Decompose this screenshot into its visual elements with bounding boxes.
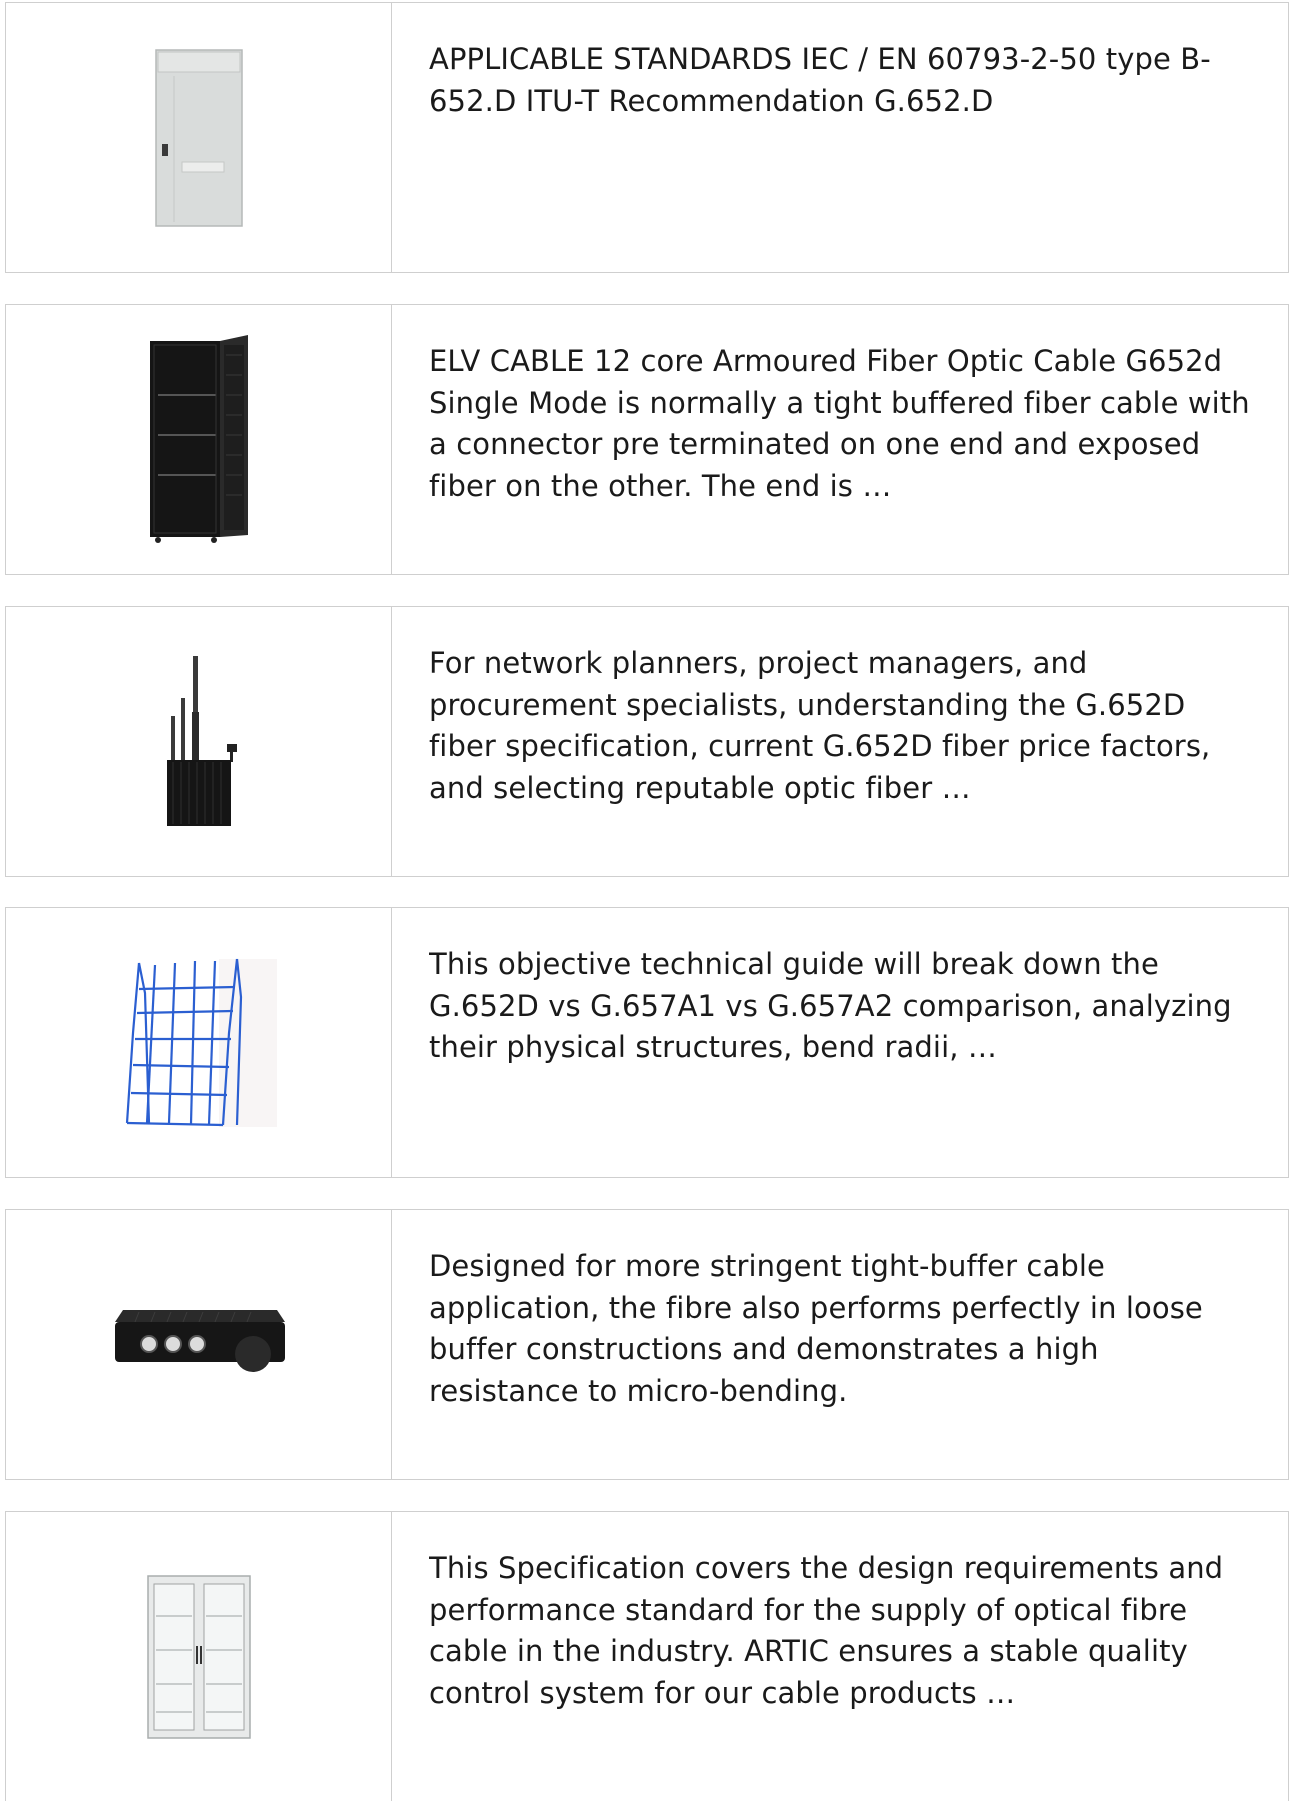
glass-door-cabinet-image bbox=[146, 1574, 251, 1739]
antenna-enclosure-image bbox=[166, 655, 237, 826]
list-item[interactable]: This Specification covers the design req… bbox=[5, 1511, 1289, 1801]
product-thumbnail[interactable] bbox=[6, 607, 392, 876]
product-description-text: This Specification covers the design req… bbox=[429, 1551, 1224, 1710]
product-description-text: Designed for more stringent tight-buffer… bbox=[429, 1249, 1203, 1408]
product-description: For network planners, project managers, … bbox=[392, 607, 1288, 876]
product-description: Designed for more stringent tight-buffer… bbox=[392, 1210, 1288, 1479]
product-description: ELV CABLE 12 core Armoured Fiber Optic C… bbox=[392, 305, 1288, 574]
product-description: APPLICABLE STANDARDS IEC / EN 60793-2-50… bbox=[392, 3, 1288, 272]
product-description: This Specification covers the design req… bbox=[392, 1512, 1288, 1801]
list-item[interactable]: ELV CABLE 12 core Armoured Fiber Optic C… bbox=[5, 304, 1289, 575]
product-thumbnail[interactable] bbox=[6, 3, 392, 272]
product-thumbnail[interactable] bbox=[6, 305, 392, 574]
black-server-rack-image bbox=[149, 334, 248, 543]
list-item[interactable]: This objective technical guide will brea… bbox=[5, 907, 1289, 1178]
product-description-text: For network planners, project managers, … bbox=[429, 646, 1211, 805]
product-thumbnail[interactable] bbox=[6, 1512, 392, 1801]
product-description-text: APPLICABLE STANDARDS IEC / EN 60793-2-50… bbox=[429, 42, 1211, 118]
product-thumbnail[interactable] bbox=[6, 908, 392, 1177]
list-item[interactable]: Designed for more stringent tight-buffer… bbox=[5, 1209, 1289, 1480]
grey-outdoor-cabinet-image bbox=[154, 48, 243, 227]
product-description: This objective technical guide will brea… bbox=[392, 908, 1288, 1177]
list-item[interactable]: APPLICABLE STANDARDS IEC / EN 60793-2-50… bbox=[5, 2, 1289, 273]
list-item[interactable]: For network planners, project managers, … bbox=[5, 606, 1289, 877]
wire-mesh-cable-tray-image bbox=[125, 958, 277, 1127]
black-junction-box-image bbox=[114, 1309, 285, 1372]
product-thumbnail[interactable] bbox=[6, 1210, 392, 1479]
product-description-text: This objective technical guide will brea… bbox=[429, 947, 1232, 1064]
product-description-text: ELV CABLE 12 core Armoured Fiber Optic C… bbox=[429, 344, 1250, 503]
